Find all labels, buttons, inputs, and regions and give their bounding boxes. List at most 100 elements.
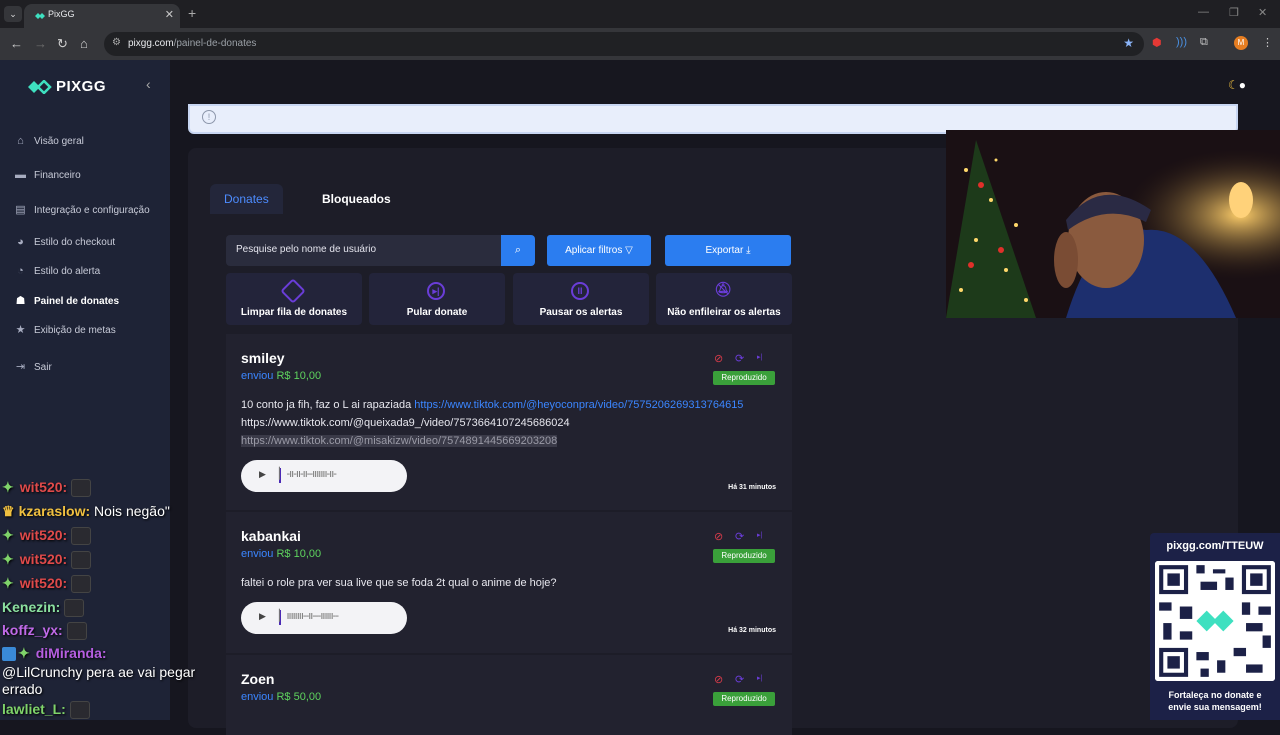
sidebar-item-label: Sair	[34, 362, 52, 373]
export-label: Exportar	[705, 245, 744, 256]
logout-icon: ⇥	[15, 361, 26, 373]
sparkle-badge-icon: ✦	[18, 645, 30, 661]
qr-code-image	[1155, 561, 1275, 681]
export-button[interactable]: Exportar ⤓	[665, 235, 791, 266]
pause-alerts-button[interactable]: II Pausar os alertas	[513, 273, 649, 325]
block-icon[interactable]: ⊘	[714, 673, 723, 686]
skip-donate-label: Pular donate	[406, 307, 468, 318]
emote-icon	[66, 622, 87, 641]
play-icon[interactable]: ▶	[259, 611, 266, 622]
message-text: 10 conto ja fih, faz o L ai rapaziada	[241, 399, 415, 411]
back-icon[interactable]: ←	[10, 36, 23, 51]
chat-user: diMiranda:	[35, 645, 107, 661]
chat-text: @LilCrunchy pera ae vai pegar	[2, 664, 196, 680]
extension-wave-icon[interactable]: )))	[1176, 36, 1187, 48]
profile-avatar[interactable]: M	[1234, 36, 1248, 50]
emote-icon	[71, 527, 92, 546]
minimize-icon[interactable]: —	[1198, 6, 1209, 18]
skip-icon[interactable]: ▸|	[757, 353, 762, 361]
filter-icon: ▽	[625, 245, 633, 256]
donation-message: 10 conto ja fih, faz o L ai rapaziada ht…	[241, 396, 781, 450]
url-path: /painel-de-donates	[173, 38, 257, 49]
sidebar-item-financeiro[interactable]: ▬ Financeiro	[14, 167, 164, 187]
site-info-icon[interactable]: ⚙	[112, 37, 121, 48]
settings-icon: ▤	[15, 204, 26, 216]
replay-icon[interactable]: ⟳	[735, 530, 744, 543]
waveform: ▏ıııııııı‑‑ıı‑‑‑ıııııı‑‑	[279, 610, 339, 622]
no-queue-alerts-button[interactable]: 🔕︎ Não enfileirar os alertas	[656, 273, 792, 325]
sidebar-item-exibicao-metas[interactable]: ★ Exibição de metas	[14, 322, 164, 342]
info-icon: !	[202, 110, 216, 124]
window-close-icon[interactable]: ✕	[1258, 6, 1267, 19]
donation-amount: R$ 10,00	[276, 370, 322, 382]
clear-queue-button[interactable]: Limpar fila de donates	[226, 273, 362, 325]
sidebar-item-label: Painel de donates	[34, 296, 120, 307]
chat-text: Nois negão"	[94, 503, 170, 519]
tab-close-icon[interactable]: ✕	[165, 8, 174, 21]
bookmark-star-icon[interactable]: ★	[1123, 36, 1134, 50]
donation-amount-line: enviou R$ 10,00	[241, 548, 321, 560]
skip-icon[interactable]: ▸|	[757, 674, 762, 682]
extensions-puzzle-icon[interactable]: ⧉	[1200, 36, 1208, 49]
message-line-3: https://www.tiktok.com/@misakizw/video/7…	[241, 435, 558, 447]
chat-message: Kenezin:	[2, 599, 85, 618]
restore-icon[interactable]: ❐	[1229, 6, 1239, 19]
browser-tab[interactable]: PixGG ✕	[24, 4, 180, 28]
browser-tab-bar: ⌄ PixGG ✕ + — ❐ ✕	[0, 0, 1280, 28]
sidebar-item-label: Financeiro	[34, 170, 81, 181]
sidebar-item-integracao[interactable]: ▤ Integração e configuração	[14, 202, 164, 222]
sparkle-badge-icon: ✦	[2, 479, 14, 495]
apply-filters-button[interactable]: Aplicar filtros ▽	[547, 235, 651, 266]
url-text: pixgg.com/painel-de-donates	[128, 38, 256, 49]
new-tab-icon[interactable]: +	[188, 5, 196, 21]
chat-message: errado	[2, 681, 42, 697]
audio-player[interactable]: ▶ ▏ıııııııı‑‑ıı‑‑‑ıııııı‑‑	[241, 602, 407, 634]
sidebar-item-visao-geral[interactable]: ⌂ Visão geral	[14, 133, 164, 153]
theme-toggle[interactable]: ☾●	[1228, 78, 1256, 92]
block-icon[interactable]: ⊘	[714, 352, 723, 365]
replay-icon[interactable]: ⟳	[735, 352, 744, 365]
no-queue-alerts-label: Não enfileirar os alertas	[667, 307, 781, 318]
qr-caption-line-1: Fortaleça no donate e	[1168, 690, 1262, 700]
qr-url: pixgg.com/TTEUW	[1166, 540, 1264, 552]
message-text: faltei o role pra ver sua live que se fo…	[241, 577, 557, 589]
chat-message: ♛ kzaraslow: Nois negão"	[2, 503, 170, 520]
browser-menu-icon[interactable]: ⋮	[1262, 36, 1273, 49]
home-icon[interactable]: ⌂	[80, 36, 88, 51]
collapse-sidebar-icon[interactable]: ‹	[146, 76, 151, 92]
donation-card: Zoen enviou R$ 50,00 ⊘ ⟳ ▸| Reproduzido	[226, 655, 792, 735]
donor-name: Zoen	[241, 671, 275, 687]
replay-icon[interactable]: ⟳	[735, 673, 744, 686]
sidebar-item-sair[interactable]: ⇥ Sair	[14, 359, 164, 379]
search-button[interactable]: ⌕	[501, 235, 535, 266]
wallet-icon: ▬	[15, 169, 26, 181]
forward-icon[interactable]: →	[34, 36, 47, 51]
audio-player[interactable]: ▶ ▏‑ıı‑ıı‑ıı‑‑ııııııı‑ıı‑	[241, 460, 407, 492]
sidebar-item-label: Visão geral	[34, 136, 84, 147]
chat-user: wit520:	[19, 551, 68, 567]
pause-icon: II	[571, 282, 589, 300]
url-field[interactable]: ⚙ pixgg.com/painel-de-donates ★	[104, 32, 1144, 56]
search-input[interactable]: Pesquise pelo nome de usuário	[226, 235, 502, 266]
sparkle-badge-icon: ✦	[2, 527, 14, 543]
message-link[interactable]: https://www.tiktok.com/@heyoconpra/video…	[414, 399, 743, 411]
tab-bloqueados[interactable]: Bloqueados	[308, 184, 405, 214]
sidebar-item-estilo-checkout[interactable]: ◕ Estilo do checkout	[14, 234, 164, 254]
pixgg-logo-icon	[28, 80, 52, 94]
tab-donates[interactable]: Donates	[210, 184, 283, 214]
skip-icon[interactable]: ▸|	[757, 531, 762, 539]
sidebar-item-painel-donates[interactable]: ☗ Painel de donates	[14, 293, 164, 313]
qr-caption: Fortaleça no donate e envie sua mensagem!	[1150, 689, 1280, 713]
skip-donate-button[interactable]: ▸| Pular donate	[369, 273, 505, 325]
extension-red-icon[interactable]: ⬢	[1152, 36, 1162, 49]
chat-user: koffz_yx:	[2, 622, 63, 638]
tab-list: Donates Bloqueados	[210, 184, 790, 216]
sidebar-item-estilo-alerta[interactable]: ◔ Estilo do alerta	[14, 263, 164, 283]
tab-title: PixGG	[48, 9, 75, 19]
tab-search-icon[interactable]: ⌄	[4, 6, 22, 22]
emote-icon	[71, 575, 92, 594]
play-icon[interactable]: ▶	[259, 469, 266, 480]
reload-icon[interactable]: ↻	[57, 36, 68, 52]
block-icon[interactable]: ⊘	[714, 530, 723, 543]
donation-time: Há 32 minutos	[728, 627, 776, 634]
